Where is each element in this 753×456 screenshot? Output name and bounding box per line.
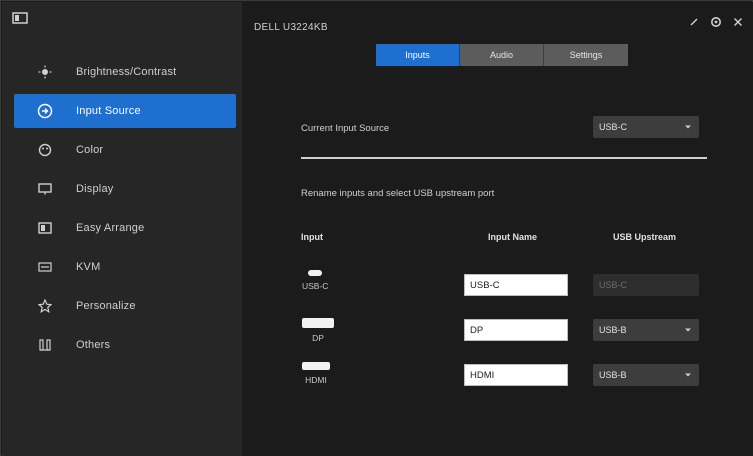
sidebar-item-label: Display — [76, 183, 114, 195]
kvm-icon — [34, 258, 56, 276]
usb-c-port-icon — [308, 270, 323, 276]
sidebar-nav: Brightness/Contrast Input Source Color D… — [14, 55, 236, 367]
sidebar-item-others[interactable]: Others — [14, 328, 236, 362]
displayport-icon — [302, 318, 334, 328]
current-input-label: Current Input Source — [301, 123, 390, 134]
sidebar-item-display[interactable]: Display — [14, 172, 236, 206]
usb-upstream-select-hdmi[interactable]: USB-B — [593, 364, 699, 386]
minimize-icon[interactable] — [687, 15, 701, 29]
port-label: USB-C — [302, 281, 329, 291]
sidebar: Brightness/Contrast Input Source Color D… — [2, 2, 242, 456]
table-row: HDMI — [302, 362, 330, 385]
usb-upstream-select-dp[interactable]: USB-B — [593, 319, 699, 341]
port-label: DP — [312, 333, 324, 343]
usb-upstream-select-usb-c: USB-C — [593, 274, 699, 296]
section-divider — [301, 157, 707, 159]
input-name-field-dp[interactable] — [464, 319, 568, 341]
sidebar-item-personalize[interactable]: Personalize — [14, 289, 236, 323]
current-input-value: USB-C — [599, 122, 628, 132]
sidebar-item-label: Personalize — [76, 300, 136, 312]
usb-upstream-value: USB-B — [599, 325, 627, 335]
window-title: DELL U3224KB — [254, 22, 328, 33]
others-icon — [34, 336, 56, 354]
tab-bar: Inputs Audio Settings — [376, 44, 628, 66]
sidebar-item-color[interactable]: Color — [14, 133, 236, 167]
sidebar-item-label: Input Source — [76, 105, 141, 117]
column-header-usb-upstream: USB Upstream — [613, 232, 677, 242]
usb-upstream-value: USB-B — [599, 370, 627, 380]
sidebar-item-kvm[interactable]: KVM — [14, 250, 236, 284]
sidebar-item-label: Color — [76, 144, 104, 156]
app-logo-icon — [12, 12, 28, 26]
close-icon[interactable] — [731, 15, 745, 29]
chevron-down-icon — [683, 122, 693, 132]
sidebar-item-input-source[interactable]: Input Source — [14, 94, 236, 128]
sidebar-item-label: KVM — [76, 261, 101, 273]
input-name-field-usb-c[interactable] — [464, 274, 568, 296]
current-input-select[interactable]: USB-C — [593, 116, 699, 138]
input-source-icon — [34, 102, 56, 120]
table-row: DP — [302, 318, 334, 343]
settings-icon[interactable] — [709, 15, 723, 29]
sun-icon — [34, 63, 56, 81]
input-name-field-hdmi[interactable] — [464, 364, 568, 386]
sidebar-item-label: Others — [76, 339, 111, 351]
instruction-text: Rename inputs and select USB upstream po… — [301, 188, 495, 199]
chevron-down-icon — [683, 370, 693, 380]
sidebar-item-easy-arrange[interactable]: Easy Arrange — [14, 211, 236, 245]
tab-audio[interactable]: Audio — [460, 44, 544, 66]
main-panel: DELL U3224KB Inputs Audio Settings Curre… — [242, 2, 753, 456]
port-label: HDMI — [305, 375, 327, 385]
layout-icon — [34, 219, 56, 237]
chevron-down-icon — [683, 325, 693, 335]
sidebar-item-label: Easy Arrange — [76, 222, 145, 234]
display-icon — [34, 180, 56, 198]
hdmi-icon — [302, 362, 330, 370]
star-icon — [34, 297, 56, 315]
sidebar-item-brightness-contrast[interactable]: Brightness/Contrast — [14, 55, 236, 89]
window-controls — [687, 15, 745, 29]
table-row: USB-C — [302, 270, 328, 291]
color-palette-icon — [34, 141, 56, 159]
column-header-input: Input — [301, 232, 323, 242]
app-window: Brightness/Contrast Input Source Color D… — [0, 0, 753, 456]
sidebar-item-label: Brightness/Contrast — [76, 66, 177, 78]
usb-upstream-value: USB-C — [599, 280, 628, 290]
tab-settings[interactable]: Settings — [544, 44, 628, 66]
column-header-input-name: Input Name — [488, 232, 538, 242]
tab-inputs[interactable]: Inputs — [376, 44, 460, 66]
